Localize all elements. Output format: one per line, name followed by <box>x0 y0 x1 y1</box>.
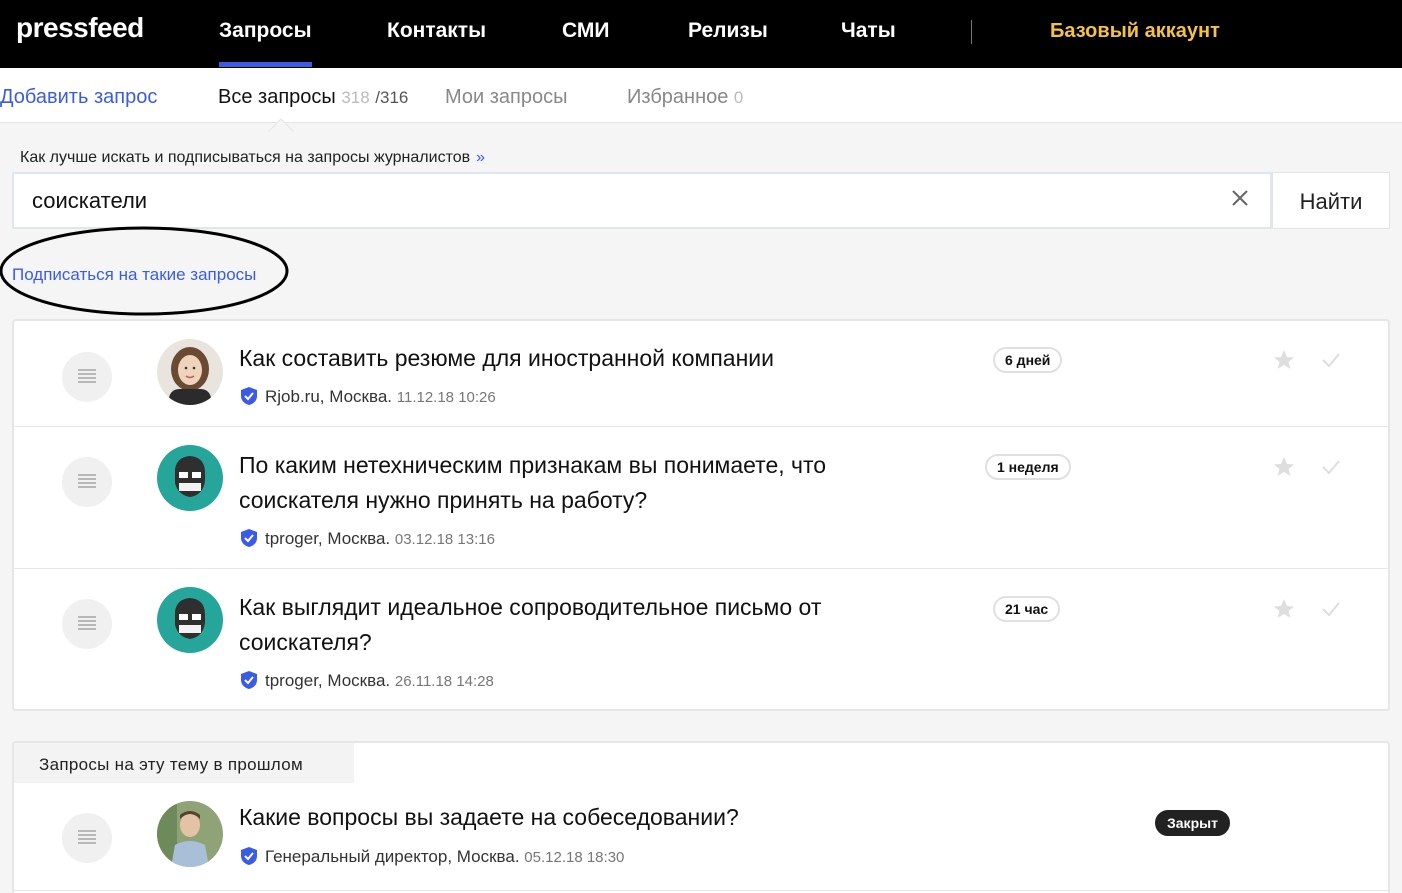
request-date: 03.12.18 13:16 <box>394 531 495 548</box>
woman-avatar <box>157 339 223 405</box>
search-input[interactable] <box>32 186 1212 216</box>
document-icon <box>62 813 112 863</box>
time-badge: 6 дней <box>993 347 1063 373</box>
verified-shield-icon <box>241 847 257 865</box>
status-badge: Закрыт <box>1155 810 1230 836</box>
tproger-avatar <box>157 587 223 653</box>
nav-contacts[interactable]: Контакты <box>387 19 486 43</box>
document-icon <box>62 599 112 649</box>
list-item[interactable]: Какие вопросы вы задаете на собеседовани… <box>14 783 1388 891</box>
request-meta: Генеральный директор, Москва. 05.12.18 1… <box>239 846 624 867</box>
request-title[interactable]: По каким нетехническим признакам вы пони… <box>239 448 919 518</box>
star-icon[interactable] <box>1272 455 1296 479</box>
search-button[interactable]: Найти <box>1272 172 1390 229</box>
past-requests-header: Запросы на эту тему в прошлом <box>14 743 354 783</box>
list-item[interactable]: Как составить резюме для иностранной ком… <box>14 321 1388 427</box>
nav-chats[interactable]: Чаты <box>841 19 896 43</box>
nav-media[interactable]: СМИ <box>562 19 609 43</box>
request-source: tproger, Москва. <box>265 529 391 548</box>
request-meta: Rjob.ru, Москва. 11.12.18 10:26 <box>239 386 496 407</box>
time-badge: 21 час <box>993 596 1061 622</box>
search-hint: Как лучше искать и подписываться на запр… <box>20 149 485 167</box>
man-avatar <box>157 801 223 867</box>
tab-all-count-sep: /316 <box>375 88 409 107</box>
tab-fav-count: 0 <box>733 88 744 107</box>
verified-shield-icon <box>241 529 257 547</box>
search-hint-text: Как лучше искать и подписываться на запр… <box>20 149 471 166</box>
past-requests-list: Запросы на эту тему в прошлом Какие вопр… <box>12 741 1390 893</box>
check-icon[interactable] <box>1320 349 1342 371</box>
sub-navbar: Добавить запрос Все запросы 318 /316 Мои… <box>0 68 1402 123</box>
tab-fav-label: Избранное <box>627 86 729 108</box>
check-icon[interactable] <box>1320 598 1342 620</box>
subscribe-link[interactable]: Подписаться на такие запросы <box>12 265 256 285</box>
add-request-link[interactable]: Добавить запрос <box>0 86 157 109</box>
list-item[interactable]: Как выглядит идеальное сопроводительное … <box>14 569 1388 709</box>
check-icon[interactable] <box>1320 456 1342 478</box>
tab-all-requests[interactable]: Все запросы 318 /316 <box>218 86 408 109</box>
document-icon <box>62 352 112 402</box>
request-date: 05.12.18 18:30 <box>524 849 625 866</box>
request-source: Генеральный директор, Москва. <box>265 847 520 866</box>
request-source: tproger, Москва. <box>265 671 391 690</box>
tab-all-label: Все запросы <box>218 86 336 108</box>
star-icon[interactable] <box>1272 597 1296 621</box>
star-icon[interactable] <box>1272 348 1296 372</box>
request-date: 11.12.18 10:26 <box>396 389 496 406</box>
tab-favorites[interactable]: Избранное 0 <box>627 86 743 109</box>
nav-releases[interactable]: Релизы <box>688 19 768 43</box>
tab-all-count: 318 <box>341 88 370 107</box>
request-meta: tproger, Москва. 26.11.18 14:28 <box>239 670 494 691</box>
close-icon[interactable] <box>1230 188 1250 208</box>
tproger-avatar <box>157 445 223 511</box>
verified-shield-icon <box>241 671 257 689</box>
account-link[interactable]: Базовый аккаунт <box>1050 20 1220 43</box>
nav-requests[interactable]: Запросы <box>219 19 312 67</box>
requests-list: Как составить резюме для иностранной ком… <box>12 319 1390 711</box>
verified-shield-icon <box>241 387 257 405</box>
list-item[interactable]: По каким нетехническим признакам вы пони… <box>14 427 1388 569</box>
request-date: 26.11.18 14:28 <box>394 673 494 690</box>
document-icon <box>62 457 112 507</box>
request-title[interactable]: Как составить резюме для иностранной ком… <box>239 341 919 376</box>
request-source: Rjob.ru, Москва. <box>265 387 393 406</box>
hint-arrow-link[interactable]: » <box>476 149 485 166</box>
request-title[interactable]: Какие вопросы вы задаете на собеседовани… <box>239 800 919 835</box>
time-badge: 1 неделя <box>985 454 1071 480</box>
pressfeed-logo[interactable]: pressfeed <box>16 12 144 44</box>
tab-my-requests[interactable]: Мои запросы <box>445 86 567 109</box>
top-navbar: pressfeed Запросы Контакты СМИ Релизы Ча… <box>0 0 1402 68</box>
nav-divider <box>971 20 972 44</box>
search-box <box>12 172 1272 229</box>
request-title[interactable]: Как выглядит идеальное сопроводительное … <box>239 590 919 660</box>
request-meta: tproger, Москва. 03.12.18 13:16 <box>239 528 495 549</box>
